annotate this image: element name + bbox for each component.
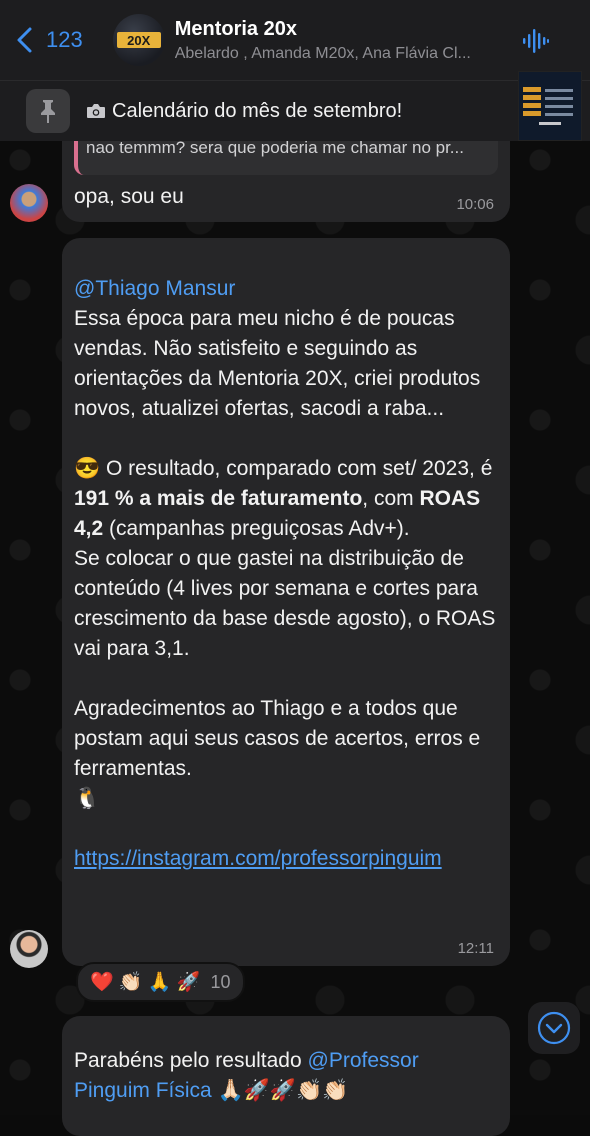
chat-title-block[interactable]: Mentoria 20x Abelardo , Amanda M20x, Ana… <box>175 18 495 63</box>
pinned-text: Calendário do mês de setembro! <box>86 100 402 123</box>
message-paragraph: 😎 O resultado, comparado com set/ 2023, … <box>74 457 493 540</box>
back-button[interactable]: 123 <box>14 26 83 54</box>
scroll-to-bottom-button[interactable] <box>528 1002 580 1054</box>
avatar[interactable] <box>10 930 48 968</box>
reaction-emojis: ❤️ 👏🏻 🙏 🚀 <box>90 972 201 993</box>
avatar[interactable] <box>10 184 48 222</box>
chat-header: 123 20X Mentoria 20x Abelardo , Amanda M… <box>0 0 590 80</box>
message-time: 10:06 <box>456 196 494 213</box>
pin-icon <box>26 89 70 133</box>
chat-title: Mentoria 20x <box>174 17 297 40</box>
pinned-thumbnail[interactable] <box>518 71 582 141</box>
voice-chat-icon[interactable] <box>522 28 550 54</box>
message-paragraph: Agradecimentos ao Thiago e a todos que p… <box>74 697 481 780</box>
message-bubble[interactable]: @Thiago Mansur Essa época para meu nicho… <box>62 238 510 966</box>
message-list[interactable]: nao temmm? sera que poderia me chamar no… <box>0 140 590 1136</box>
message-emojis: 🙏🏻🚀🚀👏🏻👏🏻 <box>211 1079 349 1102</box>
message-paragraph: Essa época para meu nicho é de poucas ve… <box>74 307 481 420</box>
chevron-left-icon <box>17 27 32 53</box>
pinned-label: Calendário do mês de setembro! <box>112 99 403 122</box>
message-text: opa, sou eu <box>74 185 184 208</box>
message-bubble[interactable]: nao temmm? sera que poderia me chamar no… <box>62 140 510 222</box>
sunglasses-emoji: 😎 <box>74 457 101 480</box>
group-avatar[interactable]: 20X <box>112 14 165 66</box>
message-text: Parabéns pelo resultado @Professor Pingu… <box>74 1049 419 1102</box>
instagram-link[interactable]: https://instagram.com/professorpinguim <box>74 844 498 874</box>
pinned-message-bar[interactable]: Calendário do mês de setembro! <box>0 71 590 141</box>
reply-quote-text: nao temmm? sera que poderia me chamar no… <box>86 140 464 157</box>
message-paragraph: Se colocar o que gastei na distribuição … <box>74 547 496 660</box>
reactions-bar[interactable]: ❤️ 👏🏻 🙏 🚀 10 <box>76 962 245 1002</box>
bold-text: 191 % a mais de faturamento <box>74 487 363 510</box>
reply-quote[interactable]: nao temmm? sera que poderia me chamar no… <box>74 140 498 175</box>
group-logo: 20X <box>116 32 161 48</box>
reaction-count: 10 <box>210 971 231 992</box>
back-count: 123 <box>46 27 83 52</box>
camera-icon <box>87 104 105 118</box>
message-time: 12:11 <box>457 940 494 957</box>
mention-link[interactable]: @Thiago Mansur <box>74 274 498 304</box>
chevron-down-icon <box>537 1011 571 1045</box>
penguin-emoji: 🐧 <box>74 787 101 810</box>
message-bubble[interactable]: Parabéns pelo resultado @Professor Pingu… <box>62 1016 510 1136</box>
chat-participants: Abelardo , Amanda M20x, Ana Flávia Cl... <box>174 44 471 62</box>
